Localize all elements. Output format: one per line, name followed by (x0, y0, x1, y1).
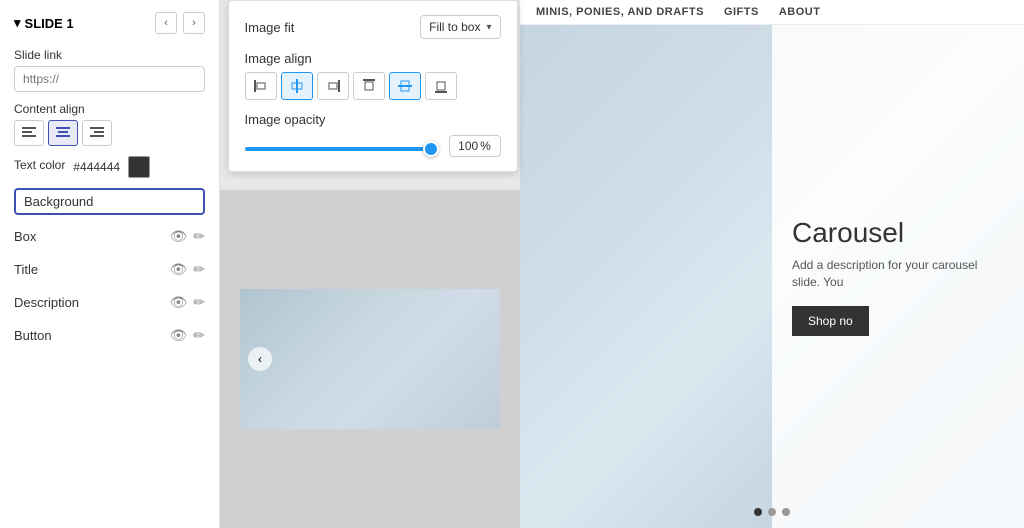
carousel-title: Carousel (792, 217, 904, 249)
opacity-slider-container (245, 139, 439, 154)
right-nav-gifts[interactable]: GIFTS (724, 6, 759, 18)
carousel-dot-1[interactable] (754, 508, 762, 516)
opacity-value-box: 100 % (449, 135, 501, 157)
slide-link-section: Slide link (14, 48, 205, 92)
right-nav-minis[interactable]: MINIS, PONIES, AND DRAFTS (536, 6, 704, 18)
image-fit-row: Image fit Fill to box ▾ (245, 15, 501, 39)
img-align-bottom-button[interactable] (425, 72, 457, 100)
image-fit-arrow-icon: ▾ (486, 22, 491, 33)
carousel-dot-2[interactable] (768, 508, 776, 516)
carousel-dot-3[interactable] (782, 508, 790, 516)
text-color-label: Text color (14, 158, 65, 172)
text-color-swatch[interactable] (128, 156, 150, 178)
shop-now-button[interactable]: Shop no (792, 306, 869, 336)
align-left-button[interactable] (14, 120, 44, 146)
image-opacity-label: Image opacity (245, 112, 501, 127)
left-panel: ▾ SLIDE 1 ‹ › Slide link Content align T… (0, 0, 220, 528)
layer-box-label: Box (14, 229, 169, 244)
image-align-section: Image align (245, 51, 501, 100)
layer-description-icons: 👁 ✏ (169, 294, 205, 311)
image-fit-value: Fill to box (429, 20, 480, 34)
layer-box-eye-icon[interactable]: 👁 (169, 228, 187, 245)
right-panel: MINIS, PONIES, AND DRAFTS GIFTS ABOUT Ca… (520, 0, 1024, 528)
layer-title-row: Title 👁 ✏ (14, 258, 205, 281)
slide-title: ▾ SLIDE 1 (14, 15, 74, 31)
image-settings-popup: Image fit Fill to box ▾ Image align (228, 0, 518, 172)
img-align-right-button[interactable] (317, 72, 349, 100)
carousel-content-box: Carousel Add a description for your caro… (772, 25, 1024, 528)
slide-next-button[interactable]: › (183, 12, 205, 34)
img-align-middle-button[interactable] (389, 72, 421, 100)
slide-header: ▾ SLIDE 1 ‹ › (14, 12, 205, 34)
align-right-button[interactable] (82, 120, 112, 146)
slide-link-input[interactable] (14, 66, 205, 92)
img-align-top-button[interactable] (353, 72, 385, 100)
slide-link-label: Slide link (14, 48, 205, 62)
slide-title-text: SLIDE 1 (25, 16, 74, 31)
align-center-button[interactable] (48, 120, 78, 146)
img-align-left-button[interactable] (245, 72, 277, 100)
layer-title-label: Title (14, 262, 169, 277)
slide-navigation: ‹ › (155, 12, 205, 34)
opacity-unit: % (480, 139, 491, 153)
layer-description-row: Description 👁 ✏ (14, 291, 205, 314)
right-navigation: MINIS, PONIES, AND DRAFTS GIFTS ABOUT (520, 0, 1024, 25)
layer-title-eye-icon[interactable]: 👁 (169, 261, 187, 278)
layer-box-edit-icon[interactable]: ✏ (193, 228, 205, 245)
layer-description-edit-icon[interactable]: ✏ (193, 294, 205, 311)
background-row[interactable]: Background ✍ (14, 188, 205, 215)
layer-button-label: Button (14, 328, 169, 343)
text-color-section: Text color #444444 (14, 156, 205, 178)
layer-description-eye-icon[interactable]: 👁 (169, 294, 187, 311)
slide-background-image (240, 289, 500, 429)
image-align-label: Image align (245, 51, 501, 66)
slide-prev-button[interactable]: ‹ (155, 12, 177, 34)
canvas-slide: ‹ (240, 289, 500, 429)
slide-triangle-icon: ▾ (14, 15, 21, 31)
layer-title-icons: 👁 ✏ (169, 261, 205, 278)
canvas-area: ‹ (220, 190, 520, 528)
layer-button-edit-icon[interactable]: ✏ (193, 327, 205, 344)
layer-description-label: Description (14, 295, 169, 310)
content-align-section: Content align (14, 102, 205, 146)
layer-button-eye-icon[interactable]: 👁 (169, 327, 187, 344)
layer-title-edit-icon[interactable]: ✏ (193, 261, 205, 278)
content-align-group (14, 120, 205, 146)
image-fit-label: Image fit (245, 20, 295, 35)
content-align-label: Content align (14, 102, 205, 116)
image-opacity-section: Image opacity 100 % (245, 112, 501, 157)
right-nav-about[interactable]: ABOUT (779, 6, 821, 18)
background-label: Background (24, 194, 93, 209)
carousel-preview: Carousel Add a description for your caro… (520, 25, 1024, 528)
carousel-description: Add a description for your carousel slid… (792, 257, 1004, 291)
layer-button-row: Button 👁 ✏ (14, 324, 205, 347)
layer-button-icons: 👁 ✏ (169, 327, 205, 344)
image-fit-select[interactable]: Fill to box ▾ (420, 15, 500, 39)
carousel-dots (754, 508, 790, 516)
canvas-prev-arrow[interactable]: ‹ (248, 347, 272, 371)
layer-box-row: Box 👁 ✏ (14, 225, 205, 248)
layer-box-icons: 👁 ✏ (169, 228, 205, 245)
opacity-value: 100 (458, 139, 478, 153)
text-color-hex: #444444 (73, 160, 120, 174)
img-align-center-h-button[interactable] (281, 72, 313, 100)
opacity-row: 100 % (245, 135, 501, 157)
middle-panel: Image fit Fill to box ▾ Image align (220, 0, 520, 528)
opacity-slider[interactable] (245, 147, 439, 151)
image-align-group (245, 72, 501, 100)
